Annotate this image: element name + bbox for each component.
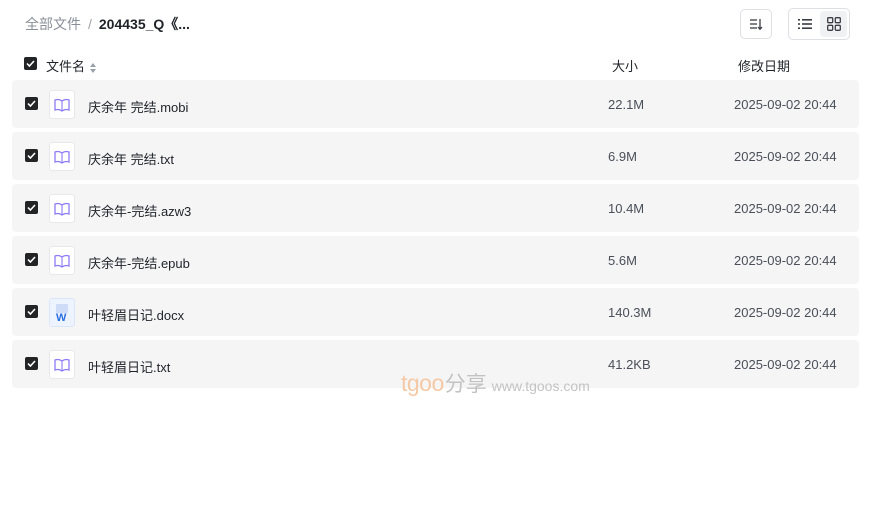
word-doc-icon: W [49, 298, 75, 327]
row-checkbox[interactable] [25, 305, 38, 318]
checkmark-icon [27, 100, 36, 107]
grid-view-button[interactable] [820, 11, 847, 37]
breadcrumb-separator: / [88, 16, 92, 32]
file-name[interactable]: 叶轻眉日记.docx [88, 305, 184, 324]
file-row[interactable]: 叶轻眉日记.txt 41.2KB 2025-09-02 20:44 [12, 340, 859, 388]
file-modified-date: 2025-09-02 20:44 [734, 97, 837, 112]
list-view-button[interactable] [791, 11, 818, 37]
ebook-icon [49, 350, 75, 379]
file-row[interactable]: 庆余年-完结.epub 5.6M 2025-09-02 20:44 [12, 236, 859, 284]
checkmark-icon [27, 308, 36, 315]
file-row[interactable]: 庆余年 完结.txt 6.9M 2025-09-02 20:44 [12, 132, 859, 180]
size-column-header[interactable]: 大小 [612, 56, 638, 75]
file-size: 6.9M [608, 149, 637, 164]
ebook-icon [49, 142, 75, 171]
sort-arrows-icon [90, 61, 97, 73]
file-row[interactable]: 庆余年-完结.azw3 10.4M 2025-09-02 20:44 [12, 184, 859, 232]
checkmark-icon [27, 256, 36, 263]
checkmark-icon [26, 60, 35, 67]
ebook-icon [49, 246, 75, 275]
ebook-icon [49, 90, 75, 119]
sort-button[interactable] [740, 9, 772, 39]
file-modified-date: 2025-09-02 20:44 [734, 149, 837, 164]
row-checkbox[interactable] [25, 201, 38, 214]
file-row[interactable]: W 叶轻眉日记.docx 140.3M 2025-09-02 20:44 [12, 288, 859, 336]
file-modified-date: 2025-09-02 20:44 [734, 305, 837, 320]
file-row[interactable]: 庆余年 完结.mobi 22.1M 2025-09-02 20:44 [12, 80, 859, 128]
file-modified-date: 2025-09-02 20:44 [734, 253, 837, 268]
checkmark-icon [27, 152, 36, 159]
breadcrumb-root-link[interactable]: 全部文件 [25, 14, 81, 34]
file-name[interactable]: 庆余年 完结.mobi [88, 97, 188, 116]
checkmark-icon [27, 204, 36, 211]
sort-icon [750, 19, 763, 31]
svg-text:W: W [56, 312, 67, 323]
name-column-label: 文件名 [46, 59, 86, 74]
file-name[interactable]: 庆余年-完结.azw3 [88, 201, 191, 220]
ebook-icon [49, 194, 75, 223]
breadcrumb-current-folder: 204435_Q《... [98, 16, 190, 32]
view-toggle [788, 8, 850, 40]
row-checkbox[interactable] [25, 357, 38, 370]
file-name[interactable]: 叶轻眉日记.txt [88, 357, 170, 376]
file-browser: 全部文件 / 204435_Q《... 文件名 大小 修改日期 庆余年 完结.m… [0, 0, 874, 514]
file-size: 140.3M [608, 305, 652, 320]
list-view-icon [797, 19, 812, 29]
file-name[interactable]: 庆余年 完结.txt [88, 149, 174, 168]
name-column-header[interactable]: 文件名 [46, 56, 97, 75]
file-size: 41.2KB [608, 357, 651, 372]
file-name[interactable]: 庆余年-完结.epub [88, 253, 190, 272]
column-header: 文件名 大小 修改日期 [12, 52, 859, 76]
grid-view-icon [826, 17, 841, 31]
file-modified-date: 2025-09-02 20:44 [734, 201, 837, 216]
checkmark-icon [27, 360, 36, 367]
file-size: 5.6M [608, 253, 637, 268]
file-size: 10.4M [608, 201, 645, 216]
row-checkbox[interactable] [25, 149, 38, 162]
row-checkbox[interactable] [25, 97, 38, 110]
row-checkbox[interactable] [25, 253, 38, 266]
file-modified-date: 2025-09-02 20:44 [734, 357, 837, 372]
select-all-checkbox[interactable] [24, 57, 37, 70]
breadcrumb: 全部文件 / 204435_Q《... [25, 14, 190, 34]
date-column-header[interactable]: 修改日期 [738, 56, 790, 75]
file-size: 22.1M [608, 97, 645, 112]
